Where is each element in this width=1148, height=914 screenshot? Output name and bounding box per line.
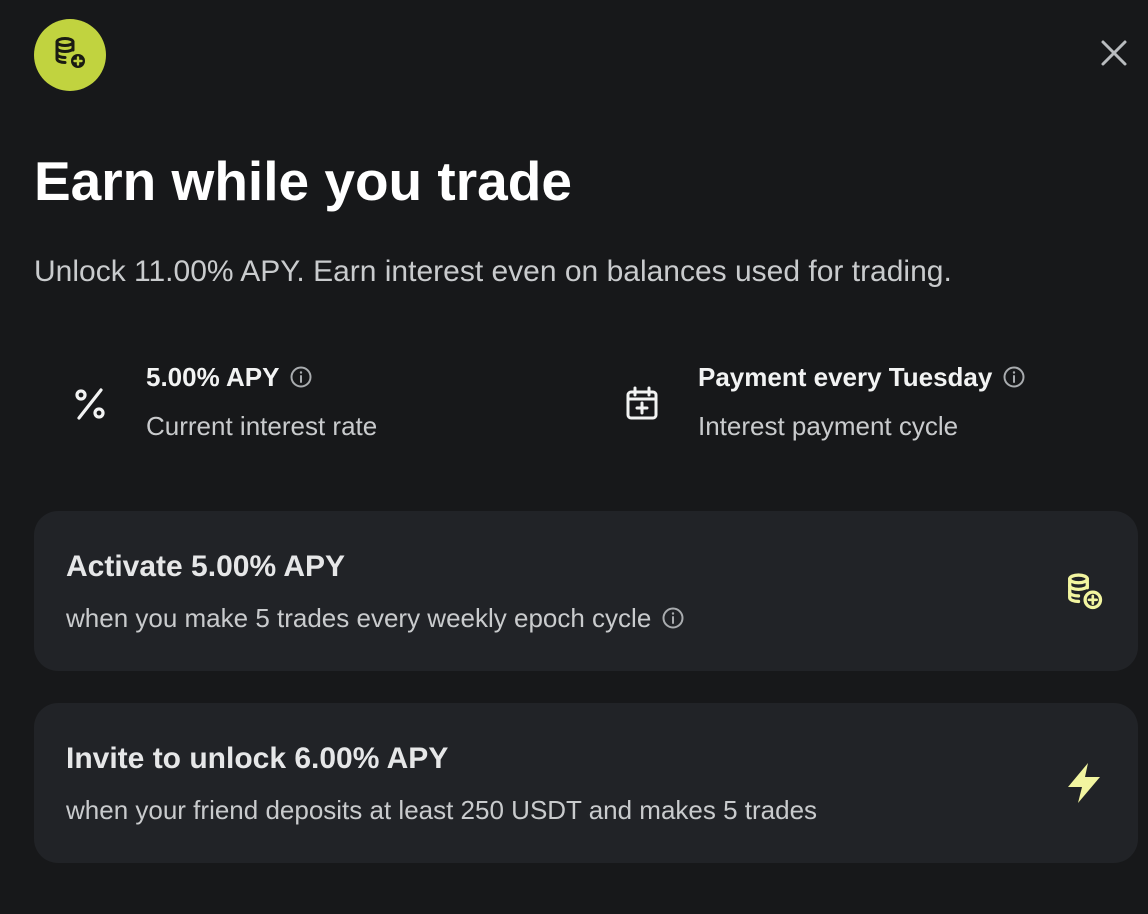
coins-plus-icon xyxy=(50,33,90,78)
activate-apy-card[interactable]: Activate 5.00% APY when you make 5 trade… xyxy=(34,511,1138,671)
earn-badge xyxy=(34,19,106,91)
page-subtitle: Unlock 11.00% APY. Earn interest even on… xyxy=(34,255,952,288)
card-subtitle-text: when you make 5 trades every weekly epoc… xyxy=(66,603,652,633)
interest-rate-label: Current interest rate xyxy=(146,411,378,441)
calendar-plus-icon xyxy=(618,380,666,428)
page-title: Earn while you trade xyxy=(34,150,572,212)
info-icon[interactable] xyxy=(289,365,313,389)
card-title: Activate 5.00% APY xyxy=(66,550,346,583)
close-icon xyxy=(1100,39,1128,72)
payment-cycle-label: Interest payment cycle xyxy=(698,411,959,441)
card-subtitle: when you make 5 trades every weekly epoc… xyxy=(66,598,685,638)
payment-cycle-stat: Payment every Tuesday xyxy=(698,357,1026,397)
info-icon[interactable] xyxy=(661,606,685,630)
interest-rate-stat: 5.00% APY xyxy=(146,357,313,397)
card-subtitle: when your friend deposits at least 250 U… xyxy=(66,790,817,830)
coins-plus-icon xyxy=(1056,563,1112,619)
info-icon[interactable] xyxy=(1002,365,1026,389)
lightning-icon xyxy=(1056,755,1112,811)
close-button[interactable] xyxy=(1096,37,1132,73)
percent-icon xyxy=(66,380,114,428)
interest-rate-value: 5.00% APY xyxy=(146,362,280,392)
card-title: Invite to unlock 6.00% APY xyxy=(66,742,449,775)
invite-apy-card[interactable]: Invite to unlock 6.00% APY when your fri… xyxy=(34,703,1138,863)
card-subtitle-text: when your friend deposits at least 250 U… xyxy=(66,795,818,825)
payment-cycle-value: Payment every Tuesday xyxy=(698,362,993,392)
